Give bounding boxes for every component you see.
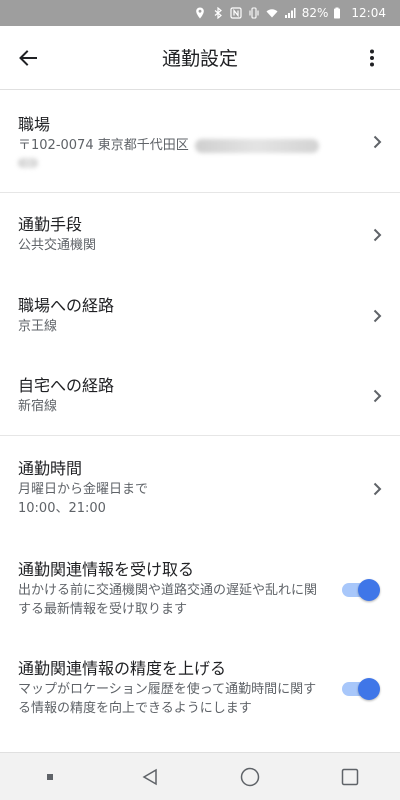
receive-commute-info-setting[interactable]: 通勤関連情報を受け取る 出かける前に交通機関や道路交通の遅延や乱れに関する最新情…	[0, 540, 400, 638]
toggle-knob	[358, 678, 380, 700]
improve-accuracy-toggle[interactable]	[342, 678, 380, 700]
back-triangle-icon	[142, 768, 157, 785]
signal-icon	[284, 7, 296, 19]
redacted-address-line2	[18, 158, 38, 168]
route-to-home-setting[interactable]: 自宅への経路 新宿線	[0, 355, 400, 435]
improve-accuracy-title: 通勤関連情報の精度を上げる	[18, 659, 227, 678]
route-to-work-title: 職場への経路	[18, 295, 115, 315]
chevron-right-icon	[370, 388, 384, 403]
page-title: 通勤設定	[161, 48, 238, 70]
square-dot-icon	[47, 773, 53, 780]
improve-accuracy-desc: マップがロケーション履歴を使って通勤時間に関する情報の精度を向上できるようにしま…	[18, 682, 317, 716]
chevron-right-icon	[370, 227, 384, 242]
home-circle-icon	[240, 767, 260, 786]
more-vert-icon	[370, 49, 374, 67]
route-to-work-setting[interactable]: 職場への経路 京王線	[0, 275, 400, 355]
battery-percent: 82%	[301, 6, 329, 20]
commute-mode-value: 公共交通機関	[18, 237, 97, 253]
toggle-knob	[358, 579, 380, 601]
nav-home-button[interactable]	[230, 757, 270, 797]
workplace-address: 〒102-0074 東京都千代田区	[18, 138, 189, 153]
recents-square-icon	[341, 768, 359, 785]
system-nav-bar	[0, 752, 400, 800]
receive-commute-info-desc: 出かける前に交通機関や道路交通の遅延や乱れに関する最新情報を受け取ります	[18, 583, 318, 617]
commute-mode-setting[interactable]: 通勤手段 公共交通機関	[0, 193, 400, 275]
chevron-right-icon	[370, 308, 384, 323]
route-to-home-title: 自宅への経路	[18, 375, 115, 395]
commute-time-title: 通勤時間	[18, 459, 83, 478]
improve-accuracy-setting[interactable]: 通勤関連情報の精度を上げる マップがロケーション履歴を使って通勤時間に関する情報…	[0, 638, 400, 738]
receive-commute-info-toggle[interactable]	[342, 579, 380, 601]
route-to-home-value: 新宿線	[18, 398, 58, 414]
wifi-icon	[266, 7, 278, 19]
nav-recents-button[interactable]	[330, 757, 370, 797]
route-to-work-value: 京王線	[18, 318, 58, 334]
settings-list: 職場 〒102-0074 東京都千代田区 通勤手段 公共交通機関 職場への経路 …	[0, 90, 400, 752]
workplace-title: 職場	[18, 115, 51, 134]
commute-times: 10:00、21:00	[18, 501, 106, 516]
commute-days: 月曜日から金曜日まで	[18, 482, 149, 497]
nfc-icon	[230, 7, 242, 19]
battery-status: 82%	[302, 6, 344, 20]
nav-dot-button[interactable]	[30, 757, 70, 797]
chevron-right-icon	[370, 481, 384, 496]
back-button[interactable]	[14, 44, 42, 72]
commute-time-setting[interactable]: 通勤時間 月曜日から金曜日まで 10:00、21:00	[0, 436, 400, 540]
clock: 12:04	[351, 6, 386, 20]
commute-mode-title: 通勤手段	[18, 214, 83, 234]
more-options-button[interactable]	[358, 44, 386, 72]
location-icon	[194, 7, 206, 19]
chevron-right-icon	[370, 134, 384, 149]
workplace-setting[interactable]: 職場 〒102-0074 東京都千代田区	[0, 90, 400, 192]
arrow-back-icon	[19, 50, 37, 66]
vibrate-icon	[248, 7, 260, 19]
redacted-address	[194, 138, 319, 153]
nav-back-button[interactable]	[130, 757, 170, 797]
receive-commute-info-title: 通勤関連情報を受け取る	[18, 560, 195, 579]
battery-icon	[331, 7, 343, 19]
app-bar: 通勤設定	[0, 26, 400, 90]
bluetooth-icon	[212, 7, 224, 19]
status-bar: 82% 12:04	[0, 0, 400, 26]
